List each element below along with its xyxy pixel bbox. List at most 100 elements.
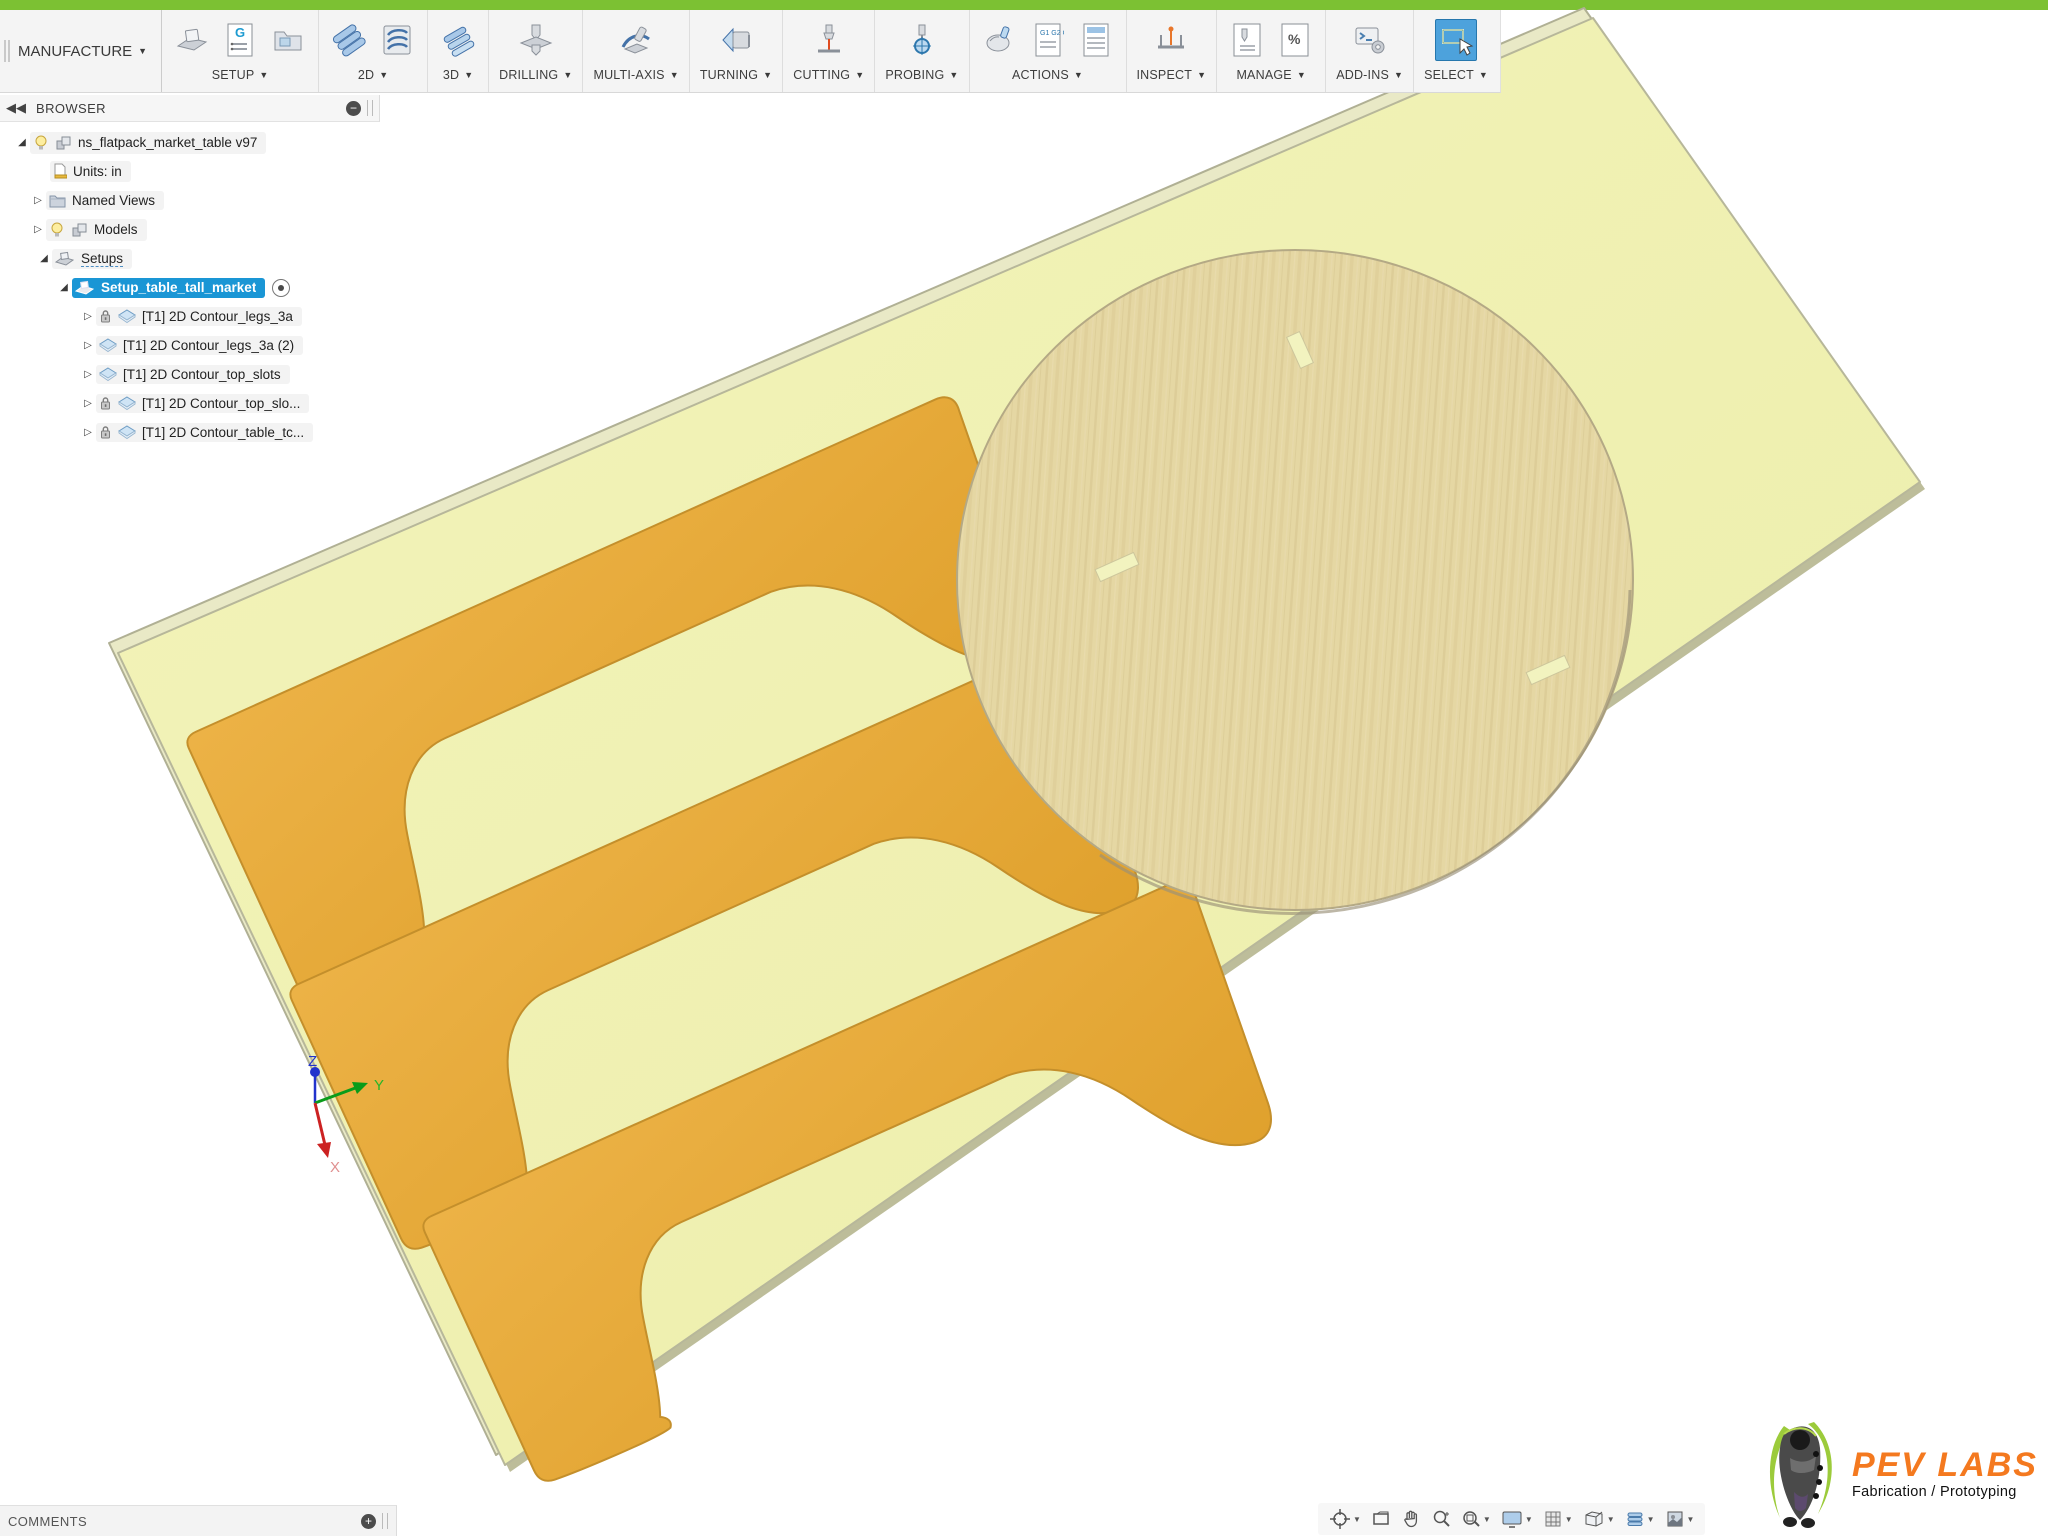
look-at-icon [1371,1509,1391,1529]
toolbar-drag-handle[interactable] [0,10,14,92]
scripts-addins-button[interactable] [1350,20,1390,60]
menu-3d[interactable]: 3D▼ [443,66,474,84]
addins-console-icon [1351,21,1389,59]
toolbar-group-2d: 2D▼ [318,10,427,92]
menu-2d[interactable]: 2D▼ [358,66,389,84]
pan-button[interactable] [1398,1509,1424,1529]
menu-turning[interactable]: TURNING▼ [700,66,772,84]
toolbar-group-select: SELECT▼ [1413,10,1498,92]
post-button[interactable]: G1 G2 G3 [1028,20,1068,60]
menu-probing[interactable]: PROBING▼ [885,66,958,84]
tree-row-models[interactable]: ▷ Models [0,215,380,244]
tree-row-named-views[interactable]: ▷ Named Views [0,186,380,215]
3d-pocket-button[interactable] [438,20,478,60]
select-tool-button[interactable] [1435,19,1477,61]
menu-setup[interactable]: SETUP▼ [212,66,269,84]
display-settings-button[interactable]: ▼ [1498,1509,1536,1529]
tree-row-op-3[interactable]: ▷ [T1] 2D Contour_top_slots [0,360,380,389]
orbit-icon [1329,1508,1351,1530]
measure-button[interactable] [1151,20,1191,60]
toolbar-group-multiaxis: MULTI-AXIS▼ [582,10,688,92]
post-process-button[interactable]: G [220,20,260,60]
panel-resize-handle[interactable] [367,100,373,116]
2d-pocket-button[interactable] [377,20,417,60]
collapsed-icon[interactable]: ▷ [30,224,46,235]
zoom-window-button[interactable]: ▼ [1458,1509,1494,1529]
menu-select[interactable]: SELECT▼ [1424,66,1488,84]
tree-row-op-5[interactable]: ▷ [T1] 2D Contour_table_tc... [0,418,380,447]
orbit-button[interactable]: ▼ [1326,1508,1364,1530]
setup-sheet-button[interactable] [1076,20,1116,60]
tree-row-op-4[interactable]: ▷ [T1] 2D Contour_top_slo... [0,389,380,418]
cutting-button[interactable] [809,20,849,60]
tree-row-setups[interactable]: ◢ Setups [0,244,380,273]
logo-title: PEV LABS [1852,1448,2038,1482]
new-setup-button[interactable] [172,20,212,60]
browser-tree: ◢ ns_flatpack_market_table v97 Un [0,122,380,447]
svg-text:G1 G2 G3: G1 G2 G3 [1040,30,1064,37]
active-setup-radio[interactable] [272,279,290,297]
turning-button[interactable] [716,20,756,60]
setup-folder-button[interactable] [268,20,308,60]
toolbar-group-actions: G1 G2 G3 ACTIONS▼ [969,10,1126,92]
2d-adaptive-button[interactable] [329,20,369,60]
tree-row-op-2[interactable]: ▷ [T1] 2D Contour_legs_3a (2) [0,331,380,360]
effects-icon [1665,1509,1685,1529]
visibility-bulb-icon[interactable] [33,134,49,152]
menu-actions[interactable]: ACTIONS▼ [1012,66,1083,84]
collapsed-icon[interactable]: ▷ [80,340,96,351]
simulate-button[interactable] [980,20,1020,60]
expanded-icon[interactable]: ◢ [36,253,52,264]
add-comment-icon[interactable]: + [361,1514,376,1529]
table-top[interactable] [957,250,1633,913]
grid-display-button[interactable]: ▼ [1540,1509,1576,1529]
app-window: Z Y X MANUFACTURE ▼ [0,0,2048,1536]
collapsed-icon[interactable]: ▷ [80,398,96,409]
collapsed-icon[interactable]: ▷ [80,369,96,380]
panel-resize-handle[interactable] [382,1513,388,1529]
collapse-panel-icon[interactable]: ◀◀ [6,100,26,116]
viewports-button[interactable]: ▼ [1580,1509,1618,1529]
chevron-down-icon: ▼ [379,70,388,80]
expanded-icon[interactable]: ◢ [14,137,30,148]
visibility-bulb-icon[interactable] [49,221,65,239]
pev-labs-mascot-icon [1764,1418,1838,1530]
chevron-down-icon: ▼ [1565,1515,1573,1524]
menu-inspect[interactable]: INSPECT▼ [1137,66,1207,84]
remove-panel-icon[interactable]: − [346,101,361,116]
chevron-down-icon: ▼ [563,70,572,80]
y-axis-label: Y [374,1077,384,1094]
tree-row-op-1[interactable]: ▷ [T1] 2D Contour_legs_3a [0,302,380,331]
3d-pocket-icon [439,21,477,59]
drilling-button[interactable] [516,20,556,60]
collapsed-icon[interactable]: ▷ [80,427,96,438]
effects-button[interactable]: ▼ [1662,1509,1698,1529]
toolbar-group-turning: TURNING▼ [689,10,782,92]
selected-setup[interactable]: Setup_table_tall_market [72,278,265,298]
comments-panel[interactable]: COMMENTS + [0,1505,397,1536]
menu-drilling[interactable]: DRILLING▼ [499,66,572,84]
look-at-button[interactable] [1368,1509,1394,1529]
tool-library-button[interactable] [1227,20,1267,60]
menu-cutting[interactable]: CUTTING▼ [793,66,864,84]
zoom-button[interactable] [1428,1509,1454,1529]
tree-row-root[interactable]: ◢ ns_flatpack_market_table v97 [0,128,380,157]
menu-addins[interactable]: ADD-INS▼ [1336,66,1403,84]
multiaxis-button[interactable] [616,20,656,60]
tree-row-units[interactable]: Units: in [0,157,380,186]
collapsed-icon[interactable]: ▷ [80,311,96,322]
chevron-down-icon: ▼ [1687,1515,1695,1524]
tree-row-setup-selected[interactable]: ◢ Setup_table_tall_market [0,273,380,302]
chevron-down-icon: ▼ [1479,70,1488,80]
probing-button[interactable] [902,20,942,60]
2d-pocket-icon [378,21,416,59]
expanded-icon[interactable]: ◢ [56,282,72,293]
menu-manage[interactable]: MANAGE▼ [1236,66,1305,84]
zoom-icon [1431,1509,1451,1529]
workspace-selector[interactable]: MANUFACTURE ▼ [14,10,161,92]
visual-style-button[interactable]: ▼ [1622,1509,1658,1529]
machining-time-button[interactable]: % [1275,20,1315,60]
menu-multiaxis[interactable]: MULTI-AXIS▼ [593,66,678,84]
collapsed-icon[interactable]: ▷ [30,195,46,206]
toolbar-group-drilling: DRILLING▼ [488,10,582,92]
